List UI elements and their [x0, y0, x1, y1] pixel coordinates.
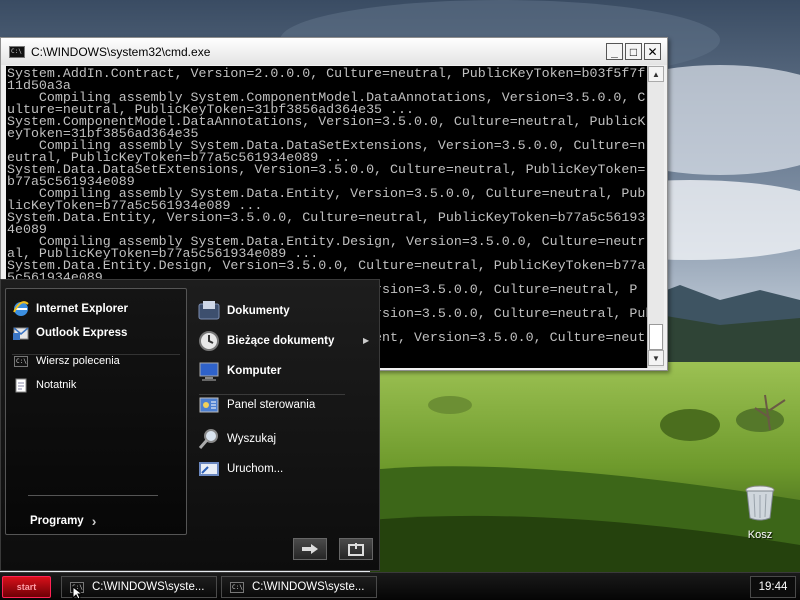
start-item-internet-explorer[interactable]: Internet Explorer	[12, 299, 128, 319]
taskbar-button-cmd-2[interactable]: C:\ C:\WINDOWS\syste...	[221, 576, 377, 598]
run-icon	[197, 457, 221, 481]
start-menu: Internet Explorer Outlook Express C:\ Wi…	[0, 279, 380, 571]
mouse-cursor-icon	[72, 586, 82, 600]
start-item-label: Bieżące dokumenty	[227, 335, 335, 347]
cmd-window-title: C:\WINDOWS\system32\cmd.exe	[31, 44, 211, 59]
start-item-control-panel[interactable]: Panel sterowania	[197, 392, 315, 418]
internet-explorer-icon	[12, 300, 30, 318]
maximize-button[interactable]: □	[625, 43, 642, 60]
taskbar: start C:\ C:\WINDOWS\syste... C:\ C:\WIN…	[0, 572, 800, 600]
console-line: System.Data.Entity.Design, Version=3.5.0…	[7, 258, 646, 273]
start-item-computer[interactable]: Komputer	[197, 358, 281, 384]
vertical-scrollbar[interactable]: ▲ ▼	[647, 66, 664, 368]
submenu-arrow-icon: ▶	[363, 336, 370, 345]
console-line: System.AddIn.Contract, Version=2.0.0.0, …	[7, 66, 646, 81]
cmd-icon: C:\	[9, 45, 25, 58]
close-button[interactable]: ✕	[644, 43, 661, 60]
start-menu-left-pane: Internet Explorer Outlook Express C:\ Wi…	[5, 288, 187, 535]
taskbar-button-cmd-1[interactable]: C:\ C:\WINDOWS\syste...	[61, 576, 217, 598]
taskbar-button-label: C:\WINDOWS\syste...	[92, 581, 205, 593]
power-icon	[348, 543, 364, 556]
documents-folder-icon	[197, 299, 221, 323]
close-icon: ✕	[647, 44, 658, 59]
all-programs-label: Programy	[30, 515, 84, 527]
scroll-up-button[interactable]: ▲	[648, 66, 664, 82]
minimize-icon: _	[611, 44, 618, 59]
right-pane-separator	[199, 394, 345, 395]
recycle-bin-icon	[745, 485, 775, 521]
search-icon	[197, 427, 221, 451]
start-item-label: Notatnik	[36, 379, 77, 391]
start-item-label: Komputer	[227, 365, 282, 377]
programs-separator	[28, 495, 158, 496]
start-item-label: Dokumenty	[227, 305, 290, 317]
arrow-right-icon	[302, 544, 318, 554]
start-item-label: Outlook Express	[36, 327, 128, 339]
scroll-down-button[interactable]: ▼	[648, 350, 664, 366]
cmd-titlebar[interactable]: C:\ C:\WINDOWS\system32\cmd.exe _ □ ✕	[1, 38, 667, 65]
chevron-right-icon: ›	[91, 513, 97, 529]
start-item-label: Internet Explorer	[36, 303, 129, 315]
start-item-run[interactable]: Uruchom...	[197, 456, 283, 482]
start-item-label: Uruchom...	[227, 463, 284, 475]
start-item-label: Wiersz polecenia	[36, 355, 120, 367]
start-button[interactable]: start	[2, 576, 51, 598]
start-item-recent-documents[interactable]: Bieżące dokumenty	[197, 328, 334, 354]
command-prompt-icon: C:\	[14, 355, 28, 367]
start-item-search[interactable]: Wyszukaj	[197, 426, 276, 452]
console-line: System.Data.Entity, Version=3.5.0.0, Cul…	[7, 210, 646, 225]
maximize-icon: □	[629, 44, 638, 59]
notepad-icon	[12, 376, 30, 394]
recycle-bin[interactable]: Kosz	[732, 484, 788, 546]
start-item-documents[interactable]: Dokumenty	[197, 298, 290, 324]
logoff-button[interactable]	[293, 538, 327, 560]
minimize-button[interactable]: _	[606, 43, 623, 60]
cmd-icon: C:\	[230, 581, 244, 593]
control-panel-icon	[197, 393, 221, 417]
start-item-notepad[interactable]: Notatnik	[12, 375, 76, 395]
clock-time: 19:44	[758, 581, 788, 593]
start-item-command-prompt[interactable]: C:\ Wiersz polecenia	[12, 351, 120, 371]
start-button-label: start	[16, 582, 37, 592]
computer-icon	[197, 359, 221, 383]
start-item-outlook-express[interactable]: Outlook Express	[12, 323, 127, 343]
shutdown-button[interactable]	[339, 538, 373, 560]
taskbar-button-label: C:\WINDOWS\syste...	[252, 581, 365, 593]
start-item-label: Wyszukaj	[227, 433, 277, 445]
all-programs-button[interactable]: Programy ›	[30, 513, 96, 529]
outlook-express-icon	[12, 324, 30, 342]
start-item-label: Panel sterowania	[227, 399, 316, 411]
recycle-bin-label: Kosz	[747, 529, 773, 541]
scrollbar-thumb[interactable]	[649, 324, 663, 350]
clock-icon	[197, 329, 221, 353]
system-tray-clock[interactable]: 19:44	[750, 576, 796, 598]
scroll-up-icon: ▲	[652, 69, 660, 79]
scroll-down-icon: ▼	[652, 353, 660, 363]
